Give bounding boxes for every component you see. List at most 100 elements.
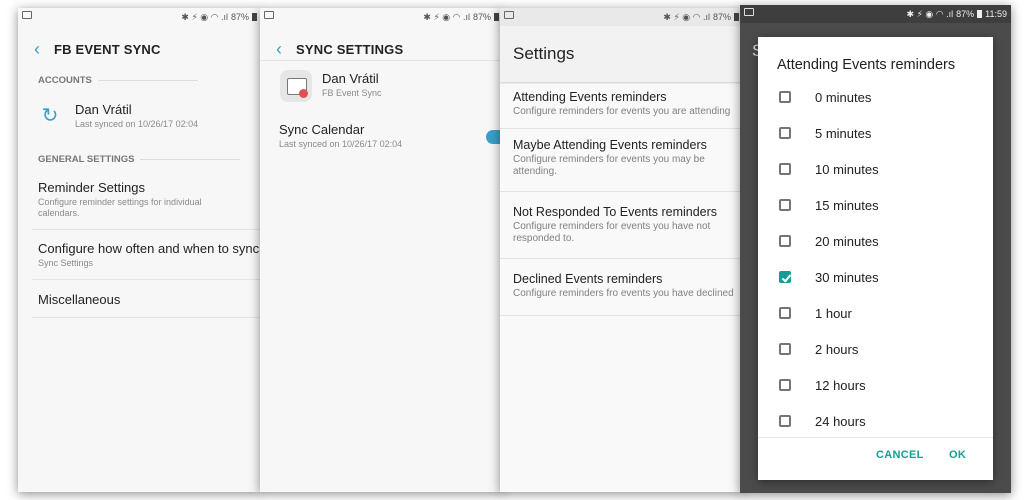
reminder-dialog: Attending Events reminders 0 minutes 5 m…	[758, 37, 993, 480]
option-24-hours[interactable]: 24 hours	[758, 403, 993, 439]
sync-calendar-item[interactable]: Sync Calendar Last synced on 10/26/17 02…	[260, 122, 503, 158]
app-bar: ‹ FB EVENT SYNC	[18, 26, 261, 72]
account-app-name: FB Event Sync	[322, 88, 382, 98]
miscellaneous-item[interactable]: Miscellaneous	[18, 292, 261, 318]
screen-sync-settings: ✱ ⚡ ◉ ◠ .ıl 87% ‹ SYNC SETTINGS Dan Vrát…	[260, 8, 503, 492]
battery-percent: 87%	[472, 12, 491, 22]
status-icons: ✱ ⚡ ◉ ◠ .ıl	[423, 11, 470, 22]
page-title: SYNC SETTINGS	[296, 41, 404, 57]
ok-button[interactable]: OK	[949, 449, 966, 461]
reminder-settings-item[interactable]: Reminder Settings Configure reminder set…	[18, 180, 261, 230]
status-bar: ✱ ⚡ ◉ ◠ .ıl 87%	[260, 8, 503, 26]
notification-icon	[744, 8, 754, 16]
settings-header: Settings	[500, 26, 743, 82]
status-icons: ✱ ⚡ ◉ ◠ .ıl	[663, 11, 710, 22]
item-subtitle: Configure reminders for events you have …	[513, 221, 711, 244]
battery-percent: 87%	[956, 9, 975, 19]
notification-icon	[22, 11, 32, 19]
checkbox[interactable]	[779, 379, 791, 391]
back-arrow-icon[interactable]: ‹	[34, 40, 40, 58]
sync-calendar-title: Sync Calendar	[279, 122, 365, 137]
sync-icon: ↻	[41, 105, 59, 127]
option-label: 5 minutes	[815, 125, 872, 141]
battery-icon	[252, 13, 257, 21]
back-arrow-icon[interactable]: ‹	[276, 40, 282, 58]
divider	[260, 60, 503, 61]
sync-frequency-title: Configure how often and when to sync.	[38, 241, 261, 256]
not-responded-reminders-item[interactable]: Not Responded To Events reminders Config…	[500, 192, 743, 259]
divider	[32, 229, 261, 230]
option-2-hours[interactable]: 2 hours	[758, 331, 993, 367]
item-subtitle: Configure reminders fro events you have …	[513, 288, 734, 299]
option-label: 24 hours	[815, 413, 866, 429]
checkbox-checked[interactable]	[779, 271, 791, 283]
account-header: Dan Vrátil FB Event Sync	[260, 66, 503, 106]
checkbox[interactable]	[779, 415, 791, 427]
screen-fb-event-sync: ✱ ⚡ ◉ ◠ .ıl 87% ‹ FB EVENT SYNC ACCOUNTS…	[18, 8, 261, 492]
reminder-settings-subtitle: Configure reminder settings for individu…	[38, 197, 202, 218]
option-15-minutes[interactable]: 15 minutes	[758, 187, 993, 223]
item-title: Maybe Attending Events reminders	[513, 138, 707, 152]
battery-percent: 87%	[230, 12, 249, 22]
checkbox[interactable]	[779, 127, 791, 139]
status-icons: ✱ ⚡ ◉ ◠ .ıl	[906, 8, 954, 19]
option-label: 2 hours	[815, 341, 859, 357]
attending-reminders-item[interactable]: Attending Events reminders Configure rem…	[500, 82, 743, 129]
status-bar: ✱ ⚡ ◉ ◠ .ıl 87%	[500, 8, 743, 26]
sync-calendar-subtitle: Last synced on 10/26/17 02:04	[279, 139, 403, 149]
miscellaneous-title: Miscellaneous	[38, 292, 121, 307]
declined-reminders-item[interactable]: Declined Events reminders Configure remi…	[500, 259, 743, 316]
option-0-minutes[interactable]: 0 minutes	[758, 79, 993, 115]
status-bar: ✱ ⚡ ◉ ◠ .ıl 87% 11:59	[740, 5, 1011, 23]
cancel-button[interactable]: CANCEL	[876, 449, 924, 461]
checkbox[interactable]	[779, 91, 791, 103]
checkbox[interactable]	[779, 307, 791, 319]
account-last-synced: Last synced on 10/26/17 02:04	[75, 119, 199, 129]
notification-icon	[264, 11, 274, 19]
option-20-minutes[interactable]: 20 minutes	[758, 223, 993, 259]
item-subtitle: Configure reminders for events you are a…	[513, 106, 731, 117]
option-label: 20 minutes	[815, 233, 879, 249]
status-bar: ✱ ⚡ ◉ ◠ .ıl 87%	[18, 8, 261, 26]
option-1-hour[interactable]: 1 hour	[758, 295, 993, 331]
item-title: Declined Events reminders	[513, 272, 663, 286]
page-title: Settings	[513, 44, 575, 63]
option-label: 1 hour	[815, 305, 852, 321]
notification-icon	[504, 11, 514, 19]
page-title: FB EVENT SYNC	[54, 41, 161, 57]
option-label: 12 hours	[815, 377, 866, 393]
dialog-title: Attending Events reminders	[777, 57, 956, 73]
maybe-attending-reminders-item[interactable]: Maybe Attending Events reminders Configu…	[500, 129, 743, 192]
section-header-accounts: ACCOUNTS	[38, 75, 198, 86]
option-10-minutes[interactable]: 10 minutes	[758, 151, 993, 187]
divider	[32, 317, 261, 318]
option-label: 15 minutes	[815, 197, 879, 213]
battery-icon	[977, 10, 983, 18]
sync-frequency-item[interactable]: Configure how often and when to sync. Sy…	[18, 241, 261, 281]
status-icons: ✱ ⚡ ◉ ◠ .ıl	[181, 11, 228, 22]
checkbox[interactable]	[779, 343, 791, 355]
sync-frequency-subtitle: Sync Settings	[38, 258, 94, 268]
section-header-general: GENERAL SETTINGS	[38, 154, 240, 165]
option-5-minutes[interactable]: 5 minutes	[758, 115, 993, 151]
account-item[interactable]: ↻ Dan Vrátil Last synced on 10/26/17 02:…	[18, 102, 261, 138]
battery-icon	[734, 13, 739, 21]
option-label: 30 minutes	[815, 269, 879, 285]
dialog-divider	[758, 437, 993, 438]
checkbox[interactable]	[779, 235, 791, 247]
checkbox[interactable]	[779, 163, 791, 175]
option-30-minutes[interactable]: 30 minutes	[758, 259, 993, 295]
reminder-settings-title: Reminder Settings	[38, 180, 145, 195]
battery-percent: 87%	[712, 12, 731, 22]
item-subtitle: Configure reminders for events you may b…	[513, 154, 705, 177]
option-label: 10 minutes	[815, 161, 879, 177]
battery-icon	[494, 13, 499, 21]
divider	[32, 279, 261, 280]
account-name: Dan Vrátil	[75, 102, 132, 117]
option-label: 0 minutes	[815, 89, 872, 105]
calendar-icon	[280, 70, 312, 102]
account-name: Dan Vrátil	[322, 71, 379, 86]
option-12-hours[interactable]: 12 hours	[758, 367, 993, 403]
screen-settings: ✱ ⚡ ◉ ◠ .ıl 87% Settings Attending Event…	[500, 8, 743, 492]
checkbox[interactable]	[779, 199, 791, 211]
